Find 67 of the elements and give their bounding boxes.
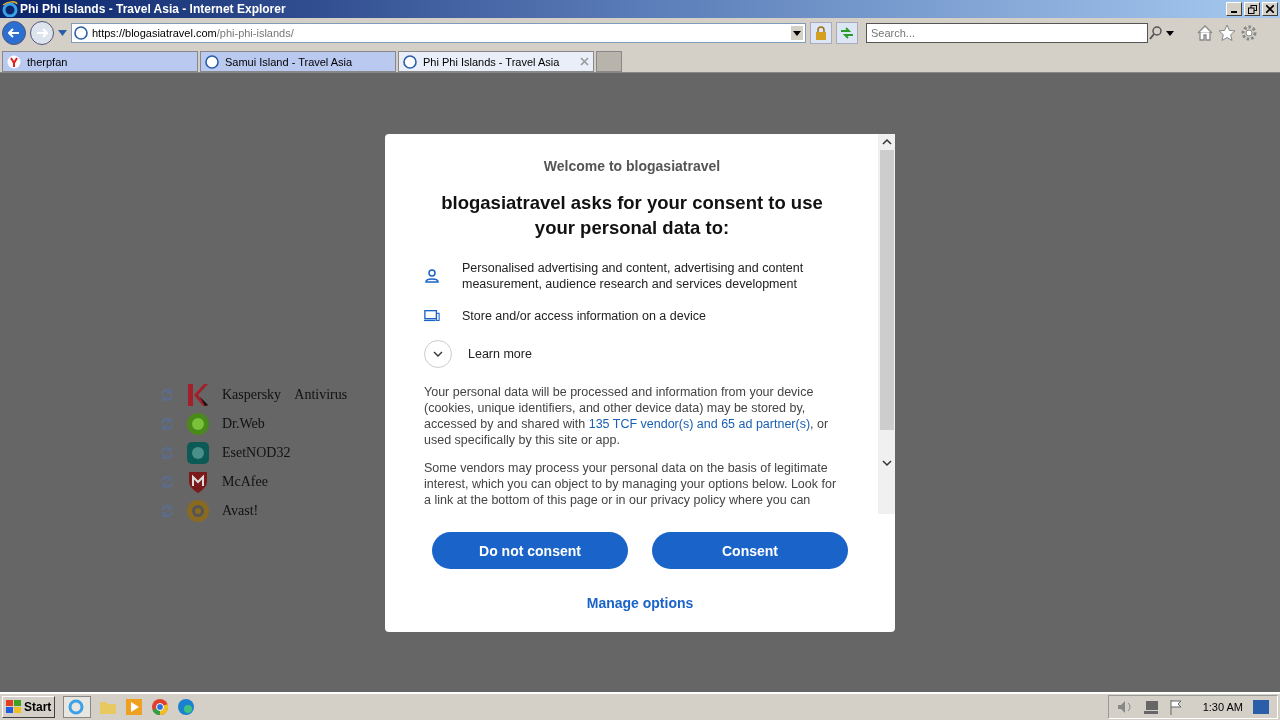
expand-button[interactable]: [424, 340, 452, 368]
antivirus-name: McAfee: [222, 474, 268, 490]
browser-tab[interactable]: Phi Phi Islands - Travel Asia: [398, 51, 594, 72]
sync-icon: [160, 446, 174, 460]
address-bar[interactable]: https://blogasiatravel.com/phi-phi-islands/: [71, 23, 806, 43]
chevron-icon: [433, 351, 443, 357]
y-letter-icon: [7, 54, 21, 69]
close-button[interactable]: [1262, 2, 1278, 16]
purpose-text: Store and/or access information on a device: [462, 308, 706, 324]
antivirus-name: Kaspersky Antivirus: [222, 387, 348, 403]
scrollbar[interactable]: [878, 134, 895, 514]
sync-icon: [160, 388, 174, 402]
purpose-text: Personalised advertising and content, advertising and content measurement, audience research and services development: [462, 260, 805, 292]
scroll-thumb[interactable]: [879, 150, 894, 430]
minimize-button[interactable]: [1226, 2, 1242, 16]
home-icon[interactable]: [1196, 24, 1214, 42]
person-icon: [424, 268, 440, 284]
close-icon: [1266, 5, 1274, 13]
sync-icon: [160, 417, 174, 431]
dialog-heading: blogasiatravel asks for your consent to use your personal data to:: [440, 191, 824, 240]
antivirus-name: Dr.Web: [222, 416, 265, 432]
close-icon[interactable]: [580, 57, 589, 66]
ie-logo-icon: [2, 1, 18, 17]
browser-tab[interactable]: Samui Island - Travel Asia: [200, 51, 396, 72]
welcome-title: Welcome to blogasiatravel: [542, 158, 722, 174]
data-use-paragraph: Your personal data will be processed and information from your device (cookies, unique identifiers, and other device data) may be stored by, accessed by and shared with 135 TCF vendor(s) and 65 ad partner(s), or used specifically by this site or app.: [424, 384, 830, 448]
consent-button[interactable]: Consent: [652, 532, 848, 569]
sync-icon: [160, 475, 174, 489]
refresh-button[interactable]: [836, 22, 858, 44]
left-arrow-icon: [8, 28, 20, 38]
media-player-icon[interactable]: [125, 698, 144, 716]
speaker-icon[interactable]: [1116, 700, 1133, 714]
k-shield-icon: [186, 383, 210, 407]
sync-icon: [160, 504, 174, 518]
star-icon[interactable]: [1218, 24, 1236, 42]
network-icon[interactable]: [1142, 699, 1159, 715]
refresh-icon: [840, 27, 854, 39]
search-field[interactable]: Search...: [866, 23, 1148, 43]
devices-icon: [424, 309, 440, 323]
clock: 1:30 AM: [1202, 701, 1243, 713]
edge-icon[interactable]: [177, 698, 196, 716]
manage-options-link[interactable]: Manage options: [586, 595, 694, 611]
legitimate-interest-paragraph: Some vendors may process your personal data on the basis of legitimate interest, which you can object to by managing your options below. Look for a link at the bottom of this page or in our privacy policy where you can: [424, 460, 838, 508]
lock-icon: [815, 26, 827, 40]
ring-icon: [186, 499, 210, 523]
shield-icon: [186, 470, 210, 494]
restore-icon: [1247, 4, 1257, 14]
restore-button[interactable]: [1244, 2, 1260, 16]
lock-button[interactable]: [810, 22, 832, 44]
ie-taskbar-icon[interactable]: [63, 696, 92, 718]
learn-more-label: Learn more: [468, 346, 532, 362]
forward-button[interactable]: [30, 21, 54, 45]
start-button[interactable]: Start: [2, 696, 56, 718]
back-button[interactable]: [2, 21, 26, 45]
flag-icon[interactable]: [1168, 699, 1183, 715]
window-title: Phi Phi Islands - Travel Asia - Internet Explorer: [20, 2, 287, 16]
settings-icon[interactable]: [1240, 24, 1258, 42]
antivirus-name: Avast!: [222, 503, 259, 519]
windows-logo-icon: [6, 700, 22, 714]
search-icon[interactable]: [1149, 26, 1163, 40]
consent-button[interactable]: Do not consent: [432, 532, 628, 569]
right-arrow-icon: [36, 28, 48, 38]
browser-tab[interactable]: therpfan: [2, 51, 198, 72]
chrome-icon[interactable]: [151, 698, 170, 716]
antivirus-name: EsetNOD32: [222, 445, 291, 461]
url-path: /phi-phi-islands/: [216, 27, 295, 39]
url-host: https://blogasiatravel.com: [92, 27, 217, 39]
